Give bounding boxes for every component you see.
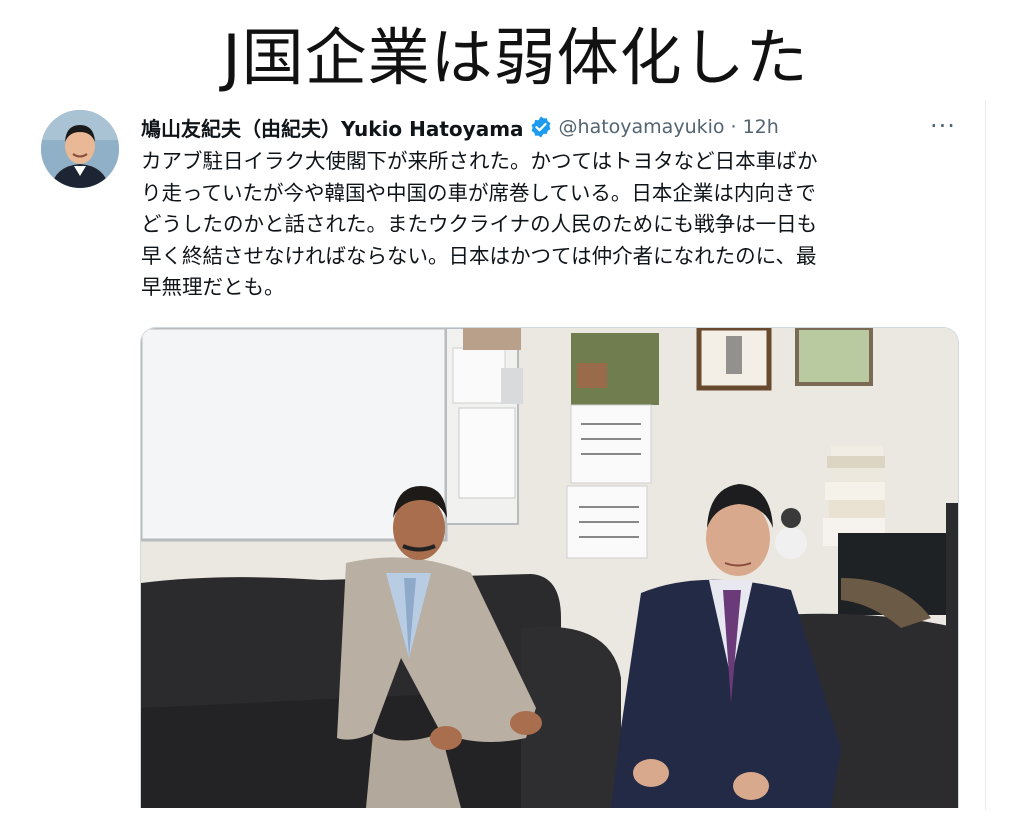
headline-caption: J国企業は弱体化した bbox=[222, 21, 809, 94]
separator-dot: · bbox=[730, 116, 737, 138]
more-options-icon[interactable]: ··· bbox=[930, 112, 956, 140]
tweet-text-line: 早無理だとも。 bbox=[141, 275, 285, 299]
tweet-text-line: カアブ駐日イラク大使閣下が来所された。かつてはトヨタなど日本車ばか bbox=[141, 149, 818, 173]
tweet-text-line: 早く終結させなければならない。日本はかつては仲介者になれたのに、最 bbox=[141, 243, 817, 268]
timestamp[interactable]: 12h bbox=[743, 116, 779, 138]
column-divider bbox=[985, 100, 986, 810]
avatar-image bbox=[41, 110, 119, 188]
display-name[interactable]: 鳩山友紀夫（由紀夫）Yukio Hatoyama bbox=[141, 113, 524, 142]
tweet-header: 鳩山友紀夫（由紀夫）Yukio Hatoyama @hatoyamayukio … bbox=[141, 113, 779, 142]
verified-badge-icon bbox=[531, 116, 550, 138]
tweet-text-line: り走っていたが今や韓国や中国の車が席巻している。日本企業は内向きで bbox=[141, 180, 816, 205]
tweet-text-line: どうしたのかと話された。またウクライナの人民のためにも戦争は一日も bbox=[141, 212, 818, 236]
handle[interactable]: @hatoyamayukio bbox=[559, 116, 725, 138]
avatar[interactable] bbox=[41, 110, 119, 188]
office-meeting-photo bbox=[141, 328, 958, 808]
tweet-photo[interactable] bbox=[140, 327, 959, 808]
tweet-text: カアブ駐日イラク大使閣下が来所された。かつてはトヨタなど日本車ばか り走っていた… bbox=[141, 146, 961, 304]
